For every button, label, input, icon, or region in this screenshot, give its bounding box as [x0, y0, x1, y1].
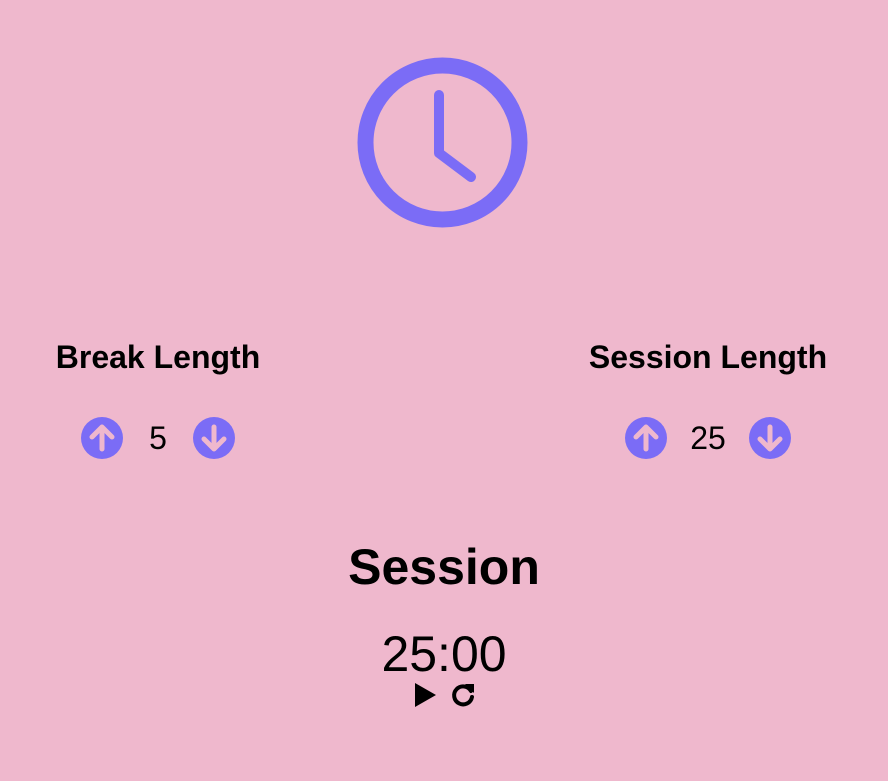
clock-logo — [357, 57, 528, 228]
clock-icon — [357, 57, 528, 228]
break-length-value: 5 — [149, 420, 167, 456]
reset-button[interactable] — [449, 681, 477, 709]
session-control: Session Length 25 — [558, 334, 858, 461]
arrow-circle-up-icon — [625, 417, 668, 459]
break-decrement-button[interactable] — [192, 416, 236, 460]
timer-label: Session — [348, 539, 540, 595]
arrow-circle-down-icon — [193, 417, 235, 459]
session-increment-button[interactable] — [624, 416, 668, 460]
break-stepper: 5 — [8, 415, 308, 461]
timer: Session 25:00 — [0, 532, 888, 709]
timer-controls — [0, 681, 888, 709]
reset-icon — [452, 684, 474, 707]
session-length-value: 25 — [690, 420, 726, 456]
session-stepper: 25 — [558, 415, 858, 461]
time-left: 25:00 — [381, 626, 507, 682]
break-increment-button[interactable] — [80, 416, 124, 460]
play-icon — [415, 683, 436, 707]
break-label: Break Length — [55, 339, 261, 375]
arrow-circle-up-icon — [81, 417, 123, 459]
arrow-circle-down-icon — [748, 417, 791, 459]
session-decrement-button[interactable] — [748, 416, 792, 460]
break-control: Break Length 5 — [8, 334, 308, 461]
start-stop-button[interactable] — [411, 681, 439, 709]
session-label: Session Length — [588, 339, 828, 375]
